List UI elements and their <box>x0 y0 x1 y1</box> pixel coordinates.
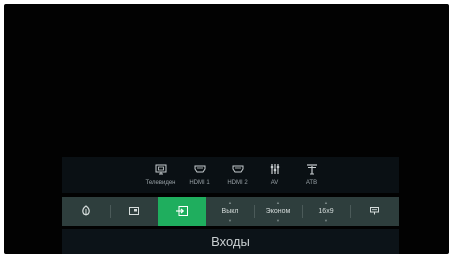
source-item-hdmi2[interactable]: HDMI 2 <box>219 157 256 193</box>
input-icon <box>176 205 188 218</box>
picture-mode-selector[interactable]: ▲ Выкл ▼ <box>206 197 254 226</box>
source-item-hdmi1[interactable]: HDMI 1 <box>181 157 218 193</box>
chevron-up-icon: ▲ <box>324 200 328 205</box>
menu-icon <box>370 206 379 217</box>
screen-icon <box>129 206 139 217</box>
hdmi-icon <box>194 162 206 176</box>
tv-icon <box>155 162 167 176</box>
input-source-button[interactable] <box>158 197 206 226</box>
chevron-down-icon: ▼ <box>276 218 280 223</box>
hdmi-icon <box>232 162 244 176</box>
antenna-icon <box>306 162 318 176</box>
source-label: АТВ <box>305 180 318 186</box>
source-item-tv[interactable]: Телевиден <box>142 157 179 193</box>
aspect-ratio-value: 16x9 <box>318 208 334 215</box>
energy-mode-value: Эконом <box>265 208 291 215</box>
av-icon <box>269 162 281 176</box>
chevron-up-icon: ▲ <box>276 200 280 205</box>
source-list: Телевиден HDMI 1 HDMI 2 AV АТВ <box>62 157 399 193</box>
menu-button[interactable] <box>350 197 399 226</box>
source-label: HDMI 2 <box>227 180 248 186</box>
leaf-icon <box>81 205 91 218</box>
aspect-ratio-selector[interactable]: ▲ 16x9 ▼ <box>302 197 350 226</box>
source-item-av[interactable]: AV <box>256 157 293 193</box>
energy-mode-selector[interactable]: ▲ Эконом ▼ <box>254 197 302 226</box>
chevron-up-icon: ▲ <box>228 200 232 205</box>
panel-title: Входы <box>211 234 250 249</box>
source-label: HDMI 1 <box>189 180 210 186</box>
chevron-down-icon: ▼ <box>228 218 232 223</box>
panel-title-bar: Входы <box>62 229 399 254</box>
picture-in-picture-button[interactable] <box>110 197 158 226</box>
picture-mode-value: Выкл <box>221 208 239 215</box>
source-item-atv[interactable]: АТВ <box>293 157 330 193</box>
source-label: Телевиден <box>145 180 176 186</box>
chevron-down-icon: ▼ <box>324 218 328 223</box>
quick-settings-toolbar: ▲ Выкл ▼ ▲ Эконом ▼ ▲ 16x9 ▼ <box>62 197 399 226</box>
source-label: AV <box>270 180 279 186</box>
eco-button[interactable] <box>62 197 110 226</box>
